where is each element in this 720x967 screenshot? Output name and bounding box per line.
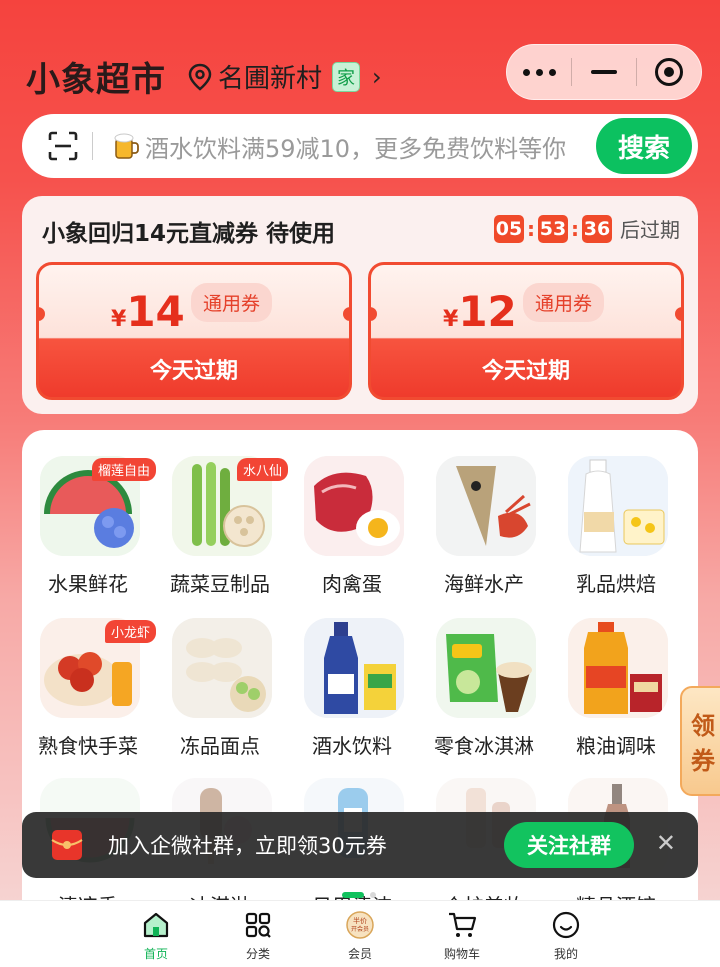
member-icon: 半价 开会员 [320, 909, 400, 941]
tab-profile[interactable]: 我的 [526, 909, 606, 962]
category-label: 冻品面点 [180, 734, 260, 758]
cart-icon [422, 909, 502, 941]
follow-community-button[interactable]: 关注社群 [504, 822, 634, 868]
coupon-expire: 今天过期 [149, 359, 238, 384]
tab-member[interactable]: 半价 开会员 会员 [320, 909, 400, 962]
chevron-right-icon: › [372, 62, 382, 91]
dumpling-image [172, 618, 272, 718]
category-label: 海鲜水产 [444, 572, 524, 596]
beverage-image [304, 618, 404, 718]
category-badge: 水八仙 [236, 458, 288, 481]
timer-seconds: 36 [582, 214, 612, 243]
seafood-image [436, 456, 536, 556]
category-grain-oil[interactable]: 粮油调味 [550, 600, 682, 758]
category-label: 肉禽蛋 [322, 572, 382, 596]
location-pin-icon [188, 63, 212, 91]
dairy-image [568, 456, 668, 556]
search-bar[interactable]: 酒水饮料满59减10，更多免费饮料等你 搜索 [22, 114, 698, 178]
category-label: 蔬菜豆制品 [170, 572, 270, 596]
tab-cart[interactable]: 购物车 [422, 909, 502, 962]
oil-image [568, 618, 668, 718]
minimize-icon[interactable] [572, 45, 636, 99]
category-vegetables[interactable]: 水八仙 蔬菜豆制品 [154, 438, 288, 596]
svg-text:半价: 半价 [353, 916, 367, 925]
scan-icon[interactable] [46, 129, 80, 163]
coupon-amount: ¥14 [111, 287, 185, 336]
beer-icon [114, 133, 139, 159]
category-badge: 小龙虾 [104, 620, 156, 643]
category-badge: 榴莲自由 [91, 458, 156, 481]
category-label: 水果鲜花 [48, 572, 128, 596]
category-label: 粮油调味 [576, 734, 656, 758]
countdown-timer: 05 : 53 : 36 后过期 [494, 214, 680, 243]
timer-hours: 05 [494, 214, 524, 243]
tab-category[interactable]: 分类 [218, 909, 298, 962]
close-miniapp-icon[interactable] [637, 45, 701, 99]
category-meat-egg[interactable]: 肉禽蛋 [286, 438, 418, 596]
timer-suffix: 后过期 [620, 218, 680, 242]
location-tag: 家 [332, 61, 361, 92]
category-label: 熟食快手菜 [38, 734, 138, 758]
header: 小象超市 名圃新村 家 › [0, 0, 720, 112]
snack-image [436, 618, 536, 718]
meat-image [304, 456, 404, 556]
search-button[interactable]: 搜索 [596, 118, 692, 174]
category-dairy-bakery[interactable]: 乳品烘焙 [550, 438, 682, 596]
location-name: 名圃新村 [218, 64, 323, 94]
home-icon [116, 909, 196, 941]
join-community-banner: 加入企微社群，立即领30元券 关注社群 ✕ [22, 812, 698, 878]
float-coupon-tab[interactable]: 领 券 [680, 686, 720, 796]
timer-minutes: 53 [538, 214, 568, 243]
bottom-tabbar: 首页 分类 半价 开会员 会员 购物车 我的 [0, 900, 720, 967]
category-fruit-flowers[interactable]: 榴莲自由 水果鲜花 [22, 438, 156, 596]
category-label: 酒水饮料 [312, 734, 392, 758]
coupon-title: 小象回归14元直减券 待使用 [42, 221, 336, 247]
coupon-ticket[interactable]: ¥12 通用券 今天过期 [368, 262, 684, 400]
coupon-ticket[interactable]: ¥14 通用券 今天过期 [36, 262, 352, 400]
category-deli[interactable]: 小龙虾 熟食快手菜 [22, 600, 156, 758]
page-dot-active [342, 892, 364, 898]
coupon-kind: 通用券 [191, 283, 273, 322]
coupon-kind: 通用券 [523, 283, 605, 322]
tab-home[interactable]: 首页 [116, 909, 196, 962]
page-indicator [342, 892, 376, 898]
close-icon[interactable]: ✕ [656, 829, 676, 857]
category-drinks[interactable]: 酒水饮料 [286, 600, 418, 758]
svg-text:开会员: 开会员 [351, 925, 369, 933]
category-label: 乳品烘焙 [576, 572, 656, 596]
search-input[interactable]: 酒水饮料满59减10，更多免费饮料等你 [145, 129, 585, 164]
brand-title: 小象超市 [26, 60, 166, 100]
category-icon [218, 909, 298, 941]
location-selector[interactable]: 名圃新村 家 › [188, 58, 382, 95]
join-community-text: 加入企微社群，立即领30元券 [108, 834, 387, 858]
category-snacks[interactable]: 零食冰淇淋 [418, 600, 550, 758]
page-dot [370, 892, 376, 898]
category-seafood[interactable]: 海鲜水产 [418, 438, 550, 596]
coupon-card: 小象回归14元直减券 待使用 05 : 53 : 36 后过期 ¥14 通用券 … [22, 196, 698, 414]
coupon-amount: ¥12 [443, 287, 517, 336]
mini-program-capsule [506, 44, 702, 100]
profile-icon [526, 909, 606, 941]
category-frozen[interactable]: 冻品面点 [154, 600, 286, 758]
category-label: 零食冰淇淋 [434, 734, 534, 758]
red-envelope-icon [51, 830, 83, 860]
more-icon[interactable] [507, 45, 571, 99]
coupon-expire: 今天过期 [481, 359, 570, 384]
